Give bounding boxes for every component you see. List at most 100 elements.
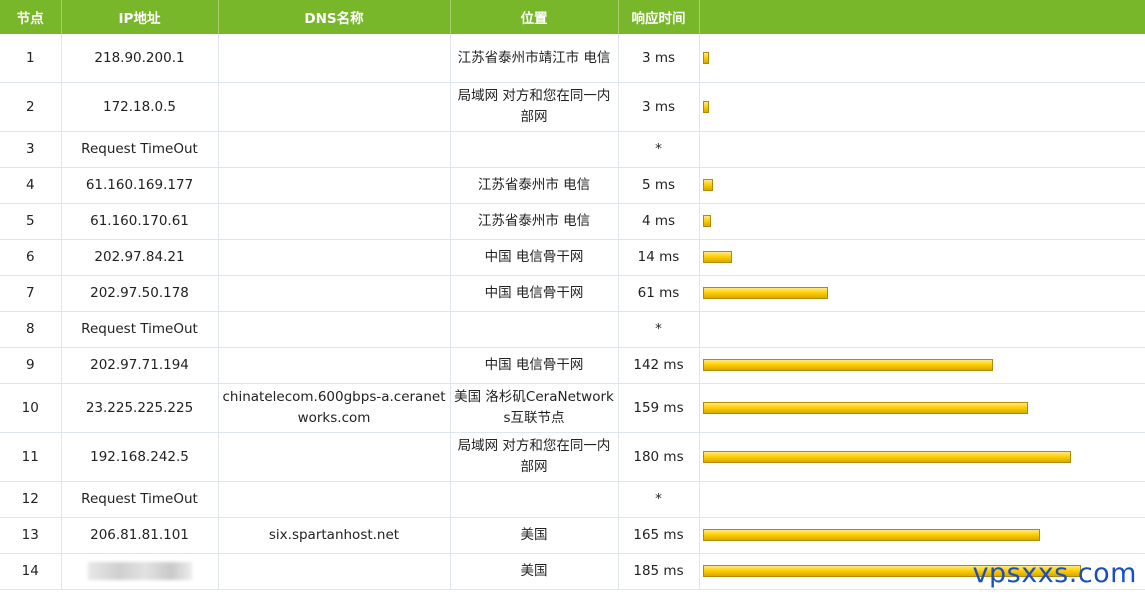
table-row: 8 Request TimeOut * <box>0 311 1145 348</box>
latency-bar-cell <box>699 383 1145 433</box>
location-cell: 美国 洛杉矶CeraNetworks互联节点 <box>450 383 619 433</box>
dns-cell: chinatelecom.600gbps-a.ceranetworks.com <box>218 383 451 433</box>
hop-cell: 13 <box>0 517 62 554</box>
hop-cell: 10 <box>0 383 62 433</box>
table-row: 5 61.160.170.61 江苏省泰州市 电信 4 ms <box>0 203 1145 240</box>
table-row: 4 61.160.169.177 江苏省泰州市 电信 5 ms <box>0 167 1145 204</box>
table-row: 6 202.97.84.21 中国 电信骨干网 14 ms <box>0 239 1145 276</box>
latency-bar <box>702 450 1071 463</box>
dns-cell: six.spartanhost.net <box>218 517 451 554</box>
column-header-time: 响应时间 <box>618 0 700 34</box>
latency-bar <box>702 179 713 191</box>
hop-cell: 4 <box>0 167 62 204</box>
location-cell: 中国 电信骨干网 <box>450 239 619 276</box>
response-time-cell: 180 ms <box>618 432 700 482</box>
table-row: 7 202.97.50.178 中国 电信骨干网 61 ms <box>0 275 1145 312</box>
response-time-cell: 142 ms <box>618 347 700 384</box>
response-time-cell: 5 ms <box>618 167 700 204</box>
ip-cell: Request TimeOut <box>61 481 219 518</box>
table-row: 3 Request TimeOut * <box>0 131 1145 168</box>
column-header-location: 位置 <box>450 0 619 34</box>
latency-bar-cell <box>699 311 1145 348</box>
column-header-hop: 节点 <box>0 0 62 34</box>
response-time-cell: 165 ms <box>618 517 700 554</box>
hop-cell: 3 <box>0 131 62 168</box>
dns-cell <box>218 275 451 312</box>
ip-cell: 202.97.50.178 <box>61 275 219 312</box>
location-cell: 中国 电信骨干网 <box>450 347 619 384</box>
dns-cell <box>218 239 451 276</box>
ip-cell: Request TimeOut <box>61 131 219 168</box>
table-row: 13 206.81.81.101 six.spartanhost.net 美国 165 … <box>0 517 1145 554</box>
ip-cell: 23.225.225.225 <box>61 383 219 433</box>
column-header-graph <box>699 0 1145 34</box>
response-time-cell: 61 ms <box>618 275 700 312</box>
hop-cell: 7 <box>0 275 62 312</box>
latency-bar-cell <box>699 34 1145 83</box>
latency-bar-cell <box>699 275 1145 312</box>
ip-cell: 61.160.170.61 <box>61 203 219 240</box>
dns-cell <box>218 553 451 590</box>
latency-bar-cell <box>699 167 1145 204</box>
dns-cell <box>218 432 451 482</box>
ip-cell: 202.97.71.194 <box>61 347 219 384</box>
hop-cell: 9 <box>0 347 62 384</box>
location-cell <box>450 131 619 168</box>
hop-cell: 14 <box>0 553 62 590</box>
dns-cell <box>218 481 451 518</box>
redacted-ip-blur <box>87 562 192 580</box>
dns-cell <box>218 167 451 204</box>
hop-cell: 8 <box>0 311 62 348</box>
table-row: 10 23.225.225.225 chinatelecom.600gbps-a.c… <box>0 383 1145 433</box>
hop-cell: 11 <box>0 432 62 482</box>
location-cell <box>450 311 619 348</box>
latency-bar-cell <box>699 432 1145 482</box>
latency-bar <box>702 51 709 64</box>
table-row: 9 202.97.71.194 中国 电信骨干网 142 ms <box>0 347 1145 384</box>
response-time-cell: 159 ms <box>618 383 700 433</box>
latency-bar-cell <box>699 239 1145 276</box>
location-cell: 美国 <box>450 553 619 590</box>
response-time-cell: * <box>618 311 700 348</box>
location-cell: 美国 <box>450 517 619 554</box>
ip-cell <box>61 553 219 590</box>
hop-cell: 1 <box>0 34 62 83</box>
column-header-dns: DNS名称 <box>218 0 451 34</box>
latency-bar-cell <box>699 481 1145 518</box>
watermark: vpsxxs.com <box>972 558 1137 589</box>
latency-bar <box>702 251 732 263</box>
latency-bar <box>702 529 1040 541</box>
ip-cell: 206.81.81.101 <box>61 517 219 554</box>
table-row: 11 192.168.242.5 局域网 对方和您在同一内部网 180 ms <box>0 432 1145 482</box>
hop-cell: 5 <box>0 203 62 240</box>
dns-cell <box>218 311 451 348</box>
ip-cell: 218.90.200.1 <box>61 34 219 83</box>
table-row: 12 Request TimeOut * <box>0 481 1145 518</box>
table-row: 2 172.18.0.5 局域网 对方和您在同一内部网 3 ms <box>0 82 1145 132</box>
latency-bar-cell <box>699 82 1145 132</box>
response-time-cell: 14 ms <box>618 239 700 276</box>
table-header-row: 节点 IP地址 DNS名称 位置 响应时间 <box>0 0 1145 34</box>
ip-cell: 192.168.242.5 <box>61 432 219 482</box>
table-row: 1 218.90.200.1 江苏省泰州市靖江市 电信 3 ms <box>0 34 1145 83</box>
hop-cell: 2 <box>0 82 62 132</box>
dns-cell <box>218 347 451 384</box>
latency-bar <box>702 215 711 227</box>
location-cell: 江苏省泰州市靖江市 电信 <box>450 34 619 83</box>
dns-cell <box>218 82 451 132</box>
response-time-cell: 3 ms <box>618 82 700 132</box>
location-cell: 江苏省泰州市 电信 <box>450 167 619 204</box>
latency-bar-cell <box>699 347 1145 384</box>
dns-cell <box>218 34 451 83</box>
location-cell: 中国 电信骨干网 <box>450 275 619 312</box>
dns-cell <box>218 131 451 168</box>
ip-cell: Request TimeOut <box>61 311 219 348</box>
traceroute-table: 节点 IP地址 DNS名称 位置 响应时间 1 218.90.200.1 江苏省泰州… <box>0 0 1145 590</box>
location-cell: 江苏省泰州市 电信 <box>450 203 619 240</box>
column-header-ip: IP地址 <box>61 0 219 34</box>
response-time-cell: 3 ms <box>618 34 700 83</box>
ip-cell: 202.97.84.21 <box>61 239 219 276</box>
location-cell <box>450 481 619 518</box>
response-time-cell: 185 ms <box>618 553 700 590</box>
hop-cell: 6 <box>0 239 62 276</box>
